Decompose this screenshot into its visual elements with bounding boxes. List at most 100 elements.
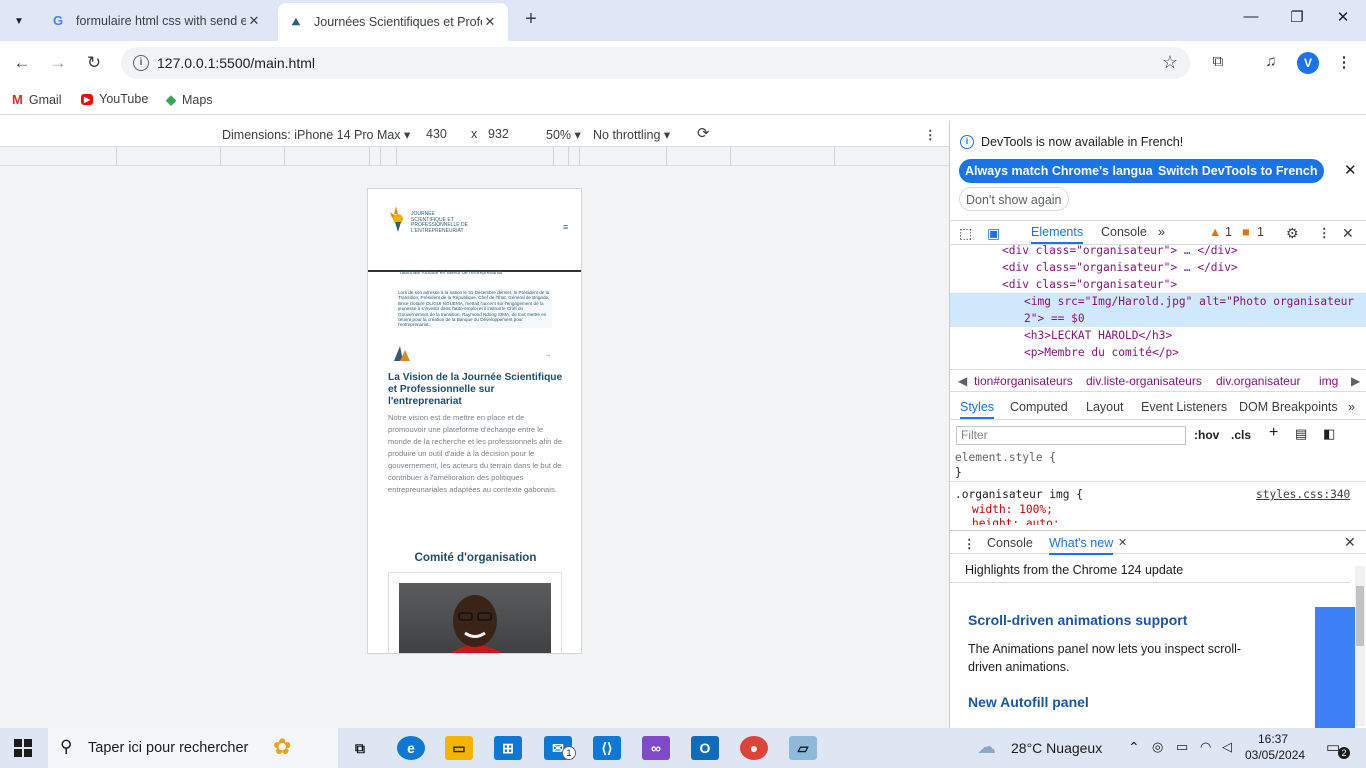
new-rule-icon[interactable]: +	[1269, 424, 1278, 442]
device-dimensions-select[interactable]: Dimensions: iPhone 14 Pro Max ▾	[222, 127, 410, 142]
tab-search-button[interactable]: ▼	[8, 10, 30, 32]
new-tab-button[interactable]: +	[520, 9, 542, 31]
tab-console[interactable]: Console	[1101, 225, 1147, 239]
device-more-icon[interactable]: ⋮	[924, 127, 937, 142]
switch-french-button[interactable]: Switch DevTools to French	[1152, 159, 1324, 183]
drawer-menu-icon[interactable]: ⋮	[963, 536, 976, 551]
style-source-link[interactable]: styles.css:340	[1256, 488, 1350, 502]
restore-button[interactable]: ❐	[1282, 8, 1312, 32]
media-query-ruler[interactable]	[0, 147, 949, 166]
arrow-right-icon[interactable]: →	[544, 350, 552, 359]
visual-studio-icon[interactable]: ∞	[642, 736, 670, 760]
bookmark-maps[interactable]: ◆ Maps	[166, 92, 213, 108]
breadcrumb-item[interactable]: tion#organisateurs	[974, 374, 1073, 388]
vscode-icon[interactable]: ⟨⟩	[593, 736, 621, 760]
style-rule-selector[interactable]: .organisateur img {	[955, 488, 1083, 502]
device-toggle-icon[interactable]: ▣	[987, 225, 1000, 242]
dom-tree[interactable]: <div class="organisateur"> … </div> <div…	[950, 242, 1366, 367]
hamburger-menu-icon[interactable]: ≡	[563, 222, 568, 232]
feature-link[interactable]: Scroll-driven animations support	[968, 612, 1187, 628]
volume-icon[interactable]: ◁	[1222, 739, 1232, 755]
settings-gear-icon[interactable]: ⚙	[1286, 225, 1299, 242]
close-tab-icon[interactable]: ✕	[482, 14, 498, 30]
bookmark-star-icon[interactable]: ☆	[1162, 52, 1178, 73]
profile-avatar[interactable]: V	[1297, 52, 1319, 74]
meet-icon[interactable]: ◎	[1152, 739, 1163, 755]
hov-toggle[interactable]: :hov	[1194, 428, 1219, 442]
cls-toggle[interactable]: .cls	[1231, 428, 1251, 442]
bookmark-youtube[interactable]: ▶ YouTube	[81, 92, 148, 106]
feature-link[interactable]: New Autofill panel	[968, 694, 1089, 710]
drawer-tab-console[interactable]: Console	[987, 536, 1033, 550]
breadcrumb-item[interactable]: img	[1319, 374, 1338, 388]
dom-node-selected[interactable]: <img src="Img/Harold.jpg" alt="Photo org…	[1024, 293, 1354, 310]
tab-layout[interactable]: Layout	[1086, 400, 1124, 414]
issue-icon[interactable]: ■	[1242, 225, 1250, 239]
throttling-select[interactable]: No throttling ▾	[593, 127, 670, 142]
forward-button[interactable]: →	[45, 50, 71, 76]
dom-node[interactable]: <h3>LECKAT HAROLD</h3>	[1024, 327, 1172, 344]
clock-time[interactable]: 16:37	[1258, 732, 1288, 746]
tab-formulaire[interactable]: G formulaire html css with send e ✕	[40, 5, 272, 36]
tab-event-listeners[interactable]: Event Listeners	[1141, 400, 1227, 414]
tab-computed[interactable]: Computed	[1010, 400, 1068, 414]
address-bar[interactable]: i 127.0.0.1:5500/main.html ☆	[121, 47, 1190, 79]
crumb-scroll-left-icon[interactable]: ◀	[958, 374, 967, 388]
app-icon[interactable]: ▱	[789, 736, 817, 760]
devtools-menu-icon[interactable]: ⋮	[1318, 225, 1331, 240]
site-info-icon[interactable]: i	[133, 55, 149, 71]
rotate-icon[interactable]: ⟳	[697, 124, 710, 142]
windows-start-icon[interactable]	[14, 739, 32, 757]
show-hidden-icons[interactable]: ⌃	[1128, 739, 1140, 756]
breadcrumb-item[interactable]: div.organisateur	[1216, 374, 1301, 388]
tab-styles[interactable]: Styles	[960, 400, 995, 419]
styles-filter-input[interactable]: Filter	[956, 426, 1186, 445]
close-tab-icon[interactable]: ✕	[246, 13, 262, 29]
close-notice-icon[interactable]: ✕	[1344, 161, 1357, 179]
dom-node[interactable]: <div class="organisateur"> … </div>	[1002, 242, 1238, 259]
style-rule-line[interactable]: element.style {	[955, 451, 1056, 465]
warning-icon[interactable]: ▲	[1209, 225, 1221, 239]
task-view-icon[interactable]: ⧉	[346, 736, 374, 760]
minimize-button[interactable]: —	[1236, 8, 1266, 32]
style-declaration[interactable]: height: auto;	[972, 517, 1060, 525]
chrome-menu-icon[interactable]: ⋮	[1333, 53, 1355, 75]
crumb-scroll-right-icon[interactable]: ▶	[1351, 374, 1360, 388]
dom-node[interactable]: <p>Membre du comité</p>	[1024, 344, 1179, 361]
store-icon[interactable]: ⊞	[494, 736, 522, 760]
dom-node[interactable]: <div class="organisateur"> … </div>	[1002, 259, 1238, 276]
device-height-input[interactable]: 932	[488, 127, 509, 141]
extensions-icon[interactable]: ⧉	[1207, 53, 1229, 75]
chrome-taskbar-icon[interactable]: ●	[740, 736, 768, 760]
breadcrumb-item[interactable]: div.liste-organisateurs	[1086, 374, 1202, 388]
battery-icon[interactable]: ▭	[1176, 739, 1188, 755]
tab-dom-breakpoints[interactable]: DOM Breakpoints	[1239, 400, 1338, 414]
close-window-button[interactable]: ✕	[1328, 8, 1358, 32]
reload-button[interactable]: ↻	[81, 50, 107, 76]
close-drawer-icon[interactable]: ✕	[1344, 534, 1356, 551]
tab-journees[interactable]: ⛰ Journées Scientifiques et Profes ✕	[278, 3, 508, 41]
outlook-icon[interactable]: O	[691, 736, 719, 760]
dom-node[interactable]: <div class="organisateur">	[1002, 276, 1177, 293]
match-language-button[interactable]: Always match Chrome's language	[959, 159, 1174, 183]
drawer-tab-whats-new[interactable]: What's new	[1049, 536, 1114, 555]
dont-show-button[interactable]: Don't show again	[959, 187, 1069, 211]
weather-text[interactable]: 28°C Nuageux	[1011, 740, 1102, 756]
more-tabs-icon[interactable]: »	[1158, 225, 1165, 239]
edge-icon[interactable]: e	[397, 736, 425, 760]
back-button[interactable]: ←	[9, 50, 35, 76]
taskbar-search-box[interactable]: ⚲ Taper ici pour rechercher ✿	[48, 728, 338, 768]
inspect-element-icon[interactable]: ⬚	[959, 225, 972, 242]
style-declaration[interactable]: width: 100%;	[972, 503, 1053, 517]
sidebar-toggle-icon[interactable]: ◧	[1323, 426, 1335, 442]
clock-date[interactable]: 03/05/2024	[1245, 748, 1305, 762]
zoom-select[interactable]: 50% ▾	[546, 127, 581, 142]
scrollbar[interactable]	[1355, 566, 1365, 726]
network-icon[interactable]: ◠	[1200, 739, 1211, 755]
more-style-tabs-icon[interactable]: »	[1348, 400, 1355, 414]
device-width-input[interactable]: 430	[426, 127, 447, 141]
close-whats-new-icon[interactable]: ✕	[1118, 536, 1127, 549]
media-control-icon[interactable]: ♫	[1260, 53, 1282, 75]
file-explorer-icon[interactable]: ▭	[445, 736, 473, 760]
paint-icon[interactable]: ▤	[1295, 426, 1307, 442]
